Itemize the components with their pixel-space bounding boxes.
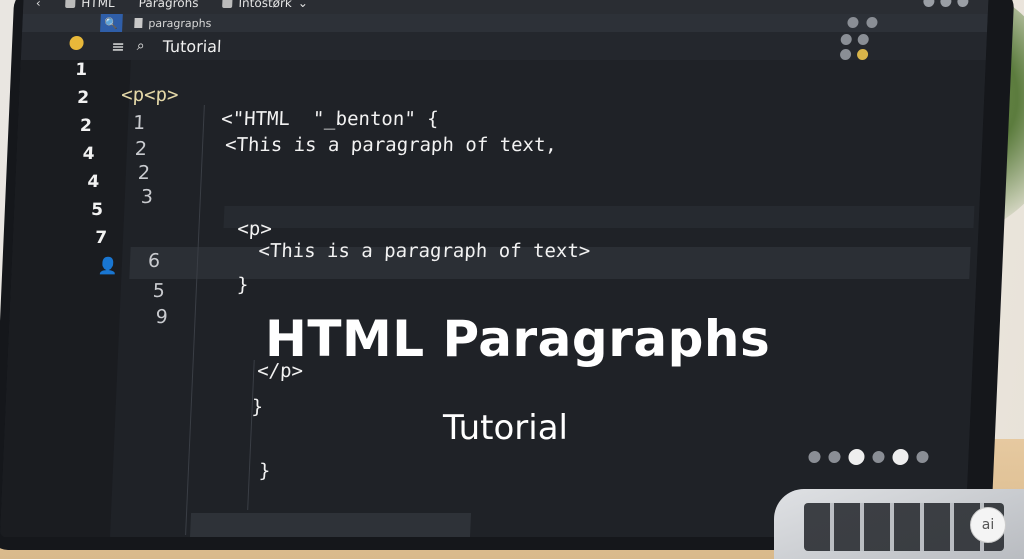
- code-line: <This is a paragraph of text>: [258, 240, 591, 262]
- gutter-number: 1: [74, 60, 88, 80]
- status-icons: [808, 449, 929, 465]
- back-icon[interactable]: ‹: [23, 0, 54, 10]
- activity-gutter: [0, 60, 131, 537]
- file-tab[interactable]: paragraphs: [134, 16, 212, 30]
- tab-html[interactable]: HTML: [53, 0, 127, 10]
- address-actions: [847, 17, 878, 28]
- line-number: 2: [137, 162, 151, 184]
- line-number: 9: [155, 306, 169, 328]
- status-icon: [916, 451, 929, 463]
- search-icon[interactable]: ⌕: [136, 38, 145, 54]
- toolbar: ≡ ⌕ Tutorial: [20, 32, 988, 60]
- code-editor[interactable]: 1 2 2 4 4 5 7 👤 <p<p> 1 2 2 3 6 5 9 <"HT…: [0, 36, 986, 537]
- overlay-subtitle: Tutorial: [443, 408, 568, 448]
- indent-guide: [247, 360, 255, 510]
- gutter-number: 5: [90, 200, 104, 220]
- window-controls: [923, 0, 969, 7]
- line-number: 5: [152, 280, 166, 302]
- toolbar-actions: [839, 34, 869, 60]
- tab-bar: ‹ HTML Paragrohs Intostørk ⌄: [22, 0, 989, 14]
- file-icon: [222, 0, 233, 8]
- code-line: <This is a paragraph of text,: [224, 134, 558, 156]
- chevron-down-icon[interactable]: ⌄: [298, 0, 309, 10]
- file-label: paragraphs: [148, 16, 212, 30]
- status-icon: [808, 451, 821, 463]
- action-icon[interactable]: [866, 17, 878, 28]
- control-icon[interactable]: [923, 0, 935, 7]
- file-icon: [65, 0, 76, 8]
- page-title: Tutorial: [162, 36, 222, 56]
- scrollbar[interactable]: [190, 513, 472, 537]
- code-line: }: [258, 460, 271, 482]
- status-icon: [872, 451, 885, 463]
- line-number: 2: [134, 138, 148, 160]
- gutter-number: 4: [87, 172, 100, 192]
- code-line: }: [251, 396, 264, 418]
- tab-label: Intostørk: [238, 0, 293, 10]
- action-icon[interactable]: [839, 49, 852, 60]
- line-number: 3: [140, 186, 154, 208]
- code-line: <p>: [236, 218, 273, 240]
- action-icon[interactable]: [840, 34, 852, 45]
- code-line: <"HTML "_benton" {: [220, 108, 440, 130]
- control-icon[interactable]: [940, 0, 952, 7]
- search-icon[interactable]: 🔍: [100, 14, 123, 32]
- tab-third[interactable]: Intostørk ⌄: [210, 0, 320, 10]
- overlay-title: HTML Paragraphs: [265, 310, 771, 368]
- line-number: 6: [147, 250, 161, 272]
- status-icon: [892, 449, 909, 465]
- gutter-number: 2: [76, 88, 90, 108]
- tab-label: Paragrohs: [138, 0, 199, 10]
- status-icon: [828, 451, 841, 463]
- address-bar: 🔍 paragraphs: [22, 14, 988, 32]
- gutter-number: 4: [82, 144, 96, 164]
- gutter-number: 2: [79, 116, 93, 136]
- control-icon[interactable]: [957, 0, 969, 7]
- tab-label: HTML: [81, 0, 116, 10]
- line-number: 1: [132, 112, 146, 134]
- status-icon: [856, 49, 869, 60]
- action-icon[interactable]: [857, 34, 869, 45]
- line-highlight: [223, 206, 975, 228]
- file-icon: [134, 18, 143, 28]
- code-line: }: [236, 274, 249, 296]
- laptop-screen: ‹ HTML Paragrohs Intostørk ⌄ 🔍 paragraph…: [0, 0, 989, 537]
- action-icon[interactable]: [847, 17, 859, 28]
- user-icon: 👤: [97, 256, 119, 275]
- gutter-number: 7: [94, 228, 108, 248]
- ai-logo: ai: [970, 507, 1006, 543]
- code-line: <p<p>: [120, 84, 179, 106]
- indent-guide: [185, 105, 205, 535]
- menu-icon[interactable]: ≡: [111, 37, 125, 56]
- tab-paragraphs[interactable]: Paragrohs: [126, 0, 210, 10]
- status-icon: [848, 449, 865, 465]
